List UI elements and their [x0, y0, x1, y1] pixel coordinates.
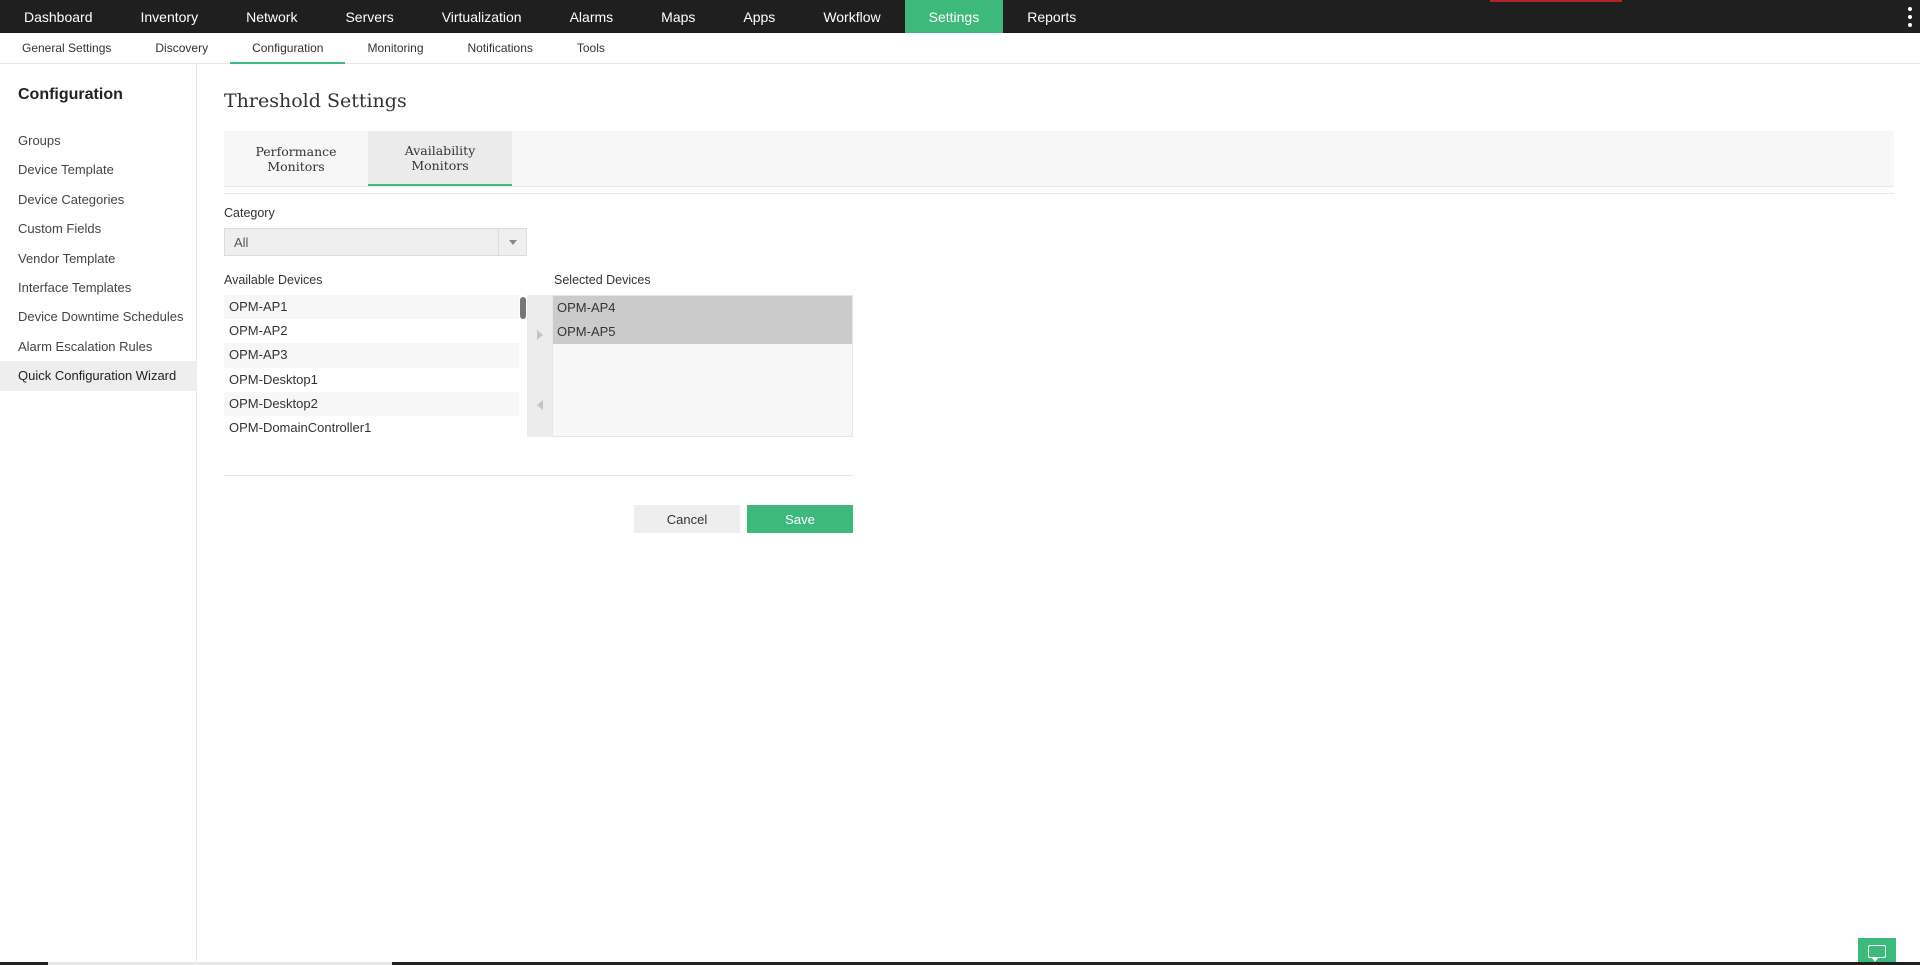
- available-device-item[interactable]: OPM-Desktop2: [224, 391, 525, 416]
- subnav-discovery[interactable]: Discovery: [133, 33, 230, 63]
- available-device-item[interactable]: OPM-Desktop1: [224, 367, 525, 392]
- subnav-general-settings[interactable]: General Settings: [0, 33, 133, 63]
- arrow-right-icon[interactable]: [527, 321, 552, 349]
- available-device-item[interactable]: OPM-AP3: [224, 343, 525, 368]
- sidebar-item-quick-configuration-wizard[interactable]: Quick Configuration Wizard: [0, 361, 197, 391]
- nav-workflow[interactable]: Workflow: [799, 0, 904, 33]
- selected-device-item[interactable]: OPM-AP4: [553, 296, 852, 321]
- sidebar-title: Configuration: [18, 86, 123, 103]
- alert-indicator-bar: [1490, 0, 1622, 2]
- category-select[interactable]: All: [224, 228, 527, 256]
- nav-virtualization[interactable]: Virtualization: [418, 0, 546, 33]
- selected-devices-label: Selected Devices: [554, 273, 651, 287]
- form-divider: [224, 475, 853, 476]
- sub-nav: General Settings Discovery Configuration…: [0, 33, 1920, 64]
- nav-maps[interactable]: Maps: [637, 0, 719, 33]
- subnav-notifications[interactable]: Notifications: [446, 33, 555, 63]
- tab-performance-monitors[interactable]: Performance Monitors: [224, 131, 368, 186]
- monitor-tabs: Performance Monitors Availability Monito…: [224, 131, 1894, 187]
- nav-servers[interactable]: Servers: [321, 0, 417, 33]
- page-title: Threshold Settings: [224, 90, 407, 112]
- sidebar-item-device-downtime-schedules[interactable]: Device Downtime Schedules: [0, 302, 197, 331]
- sidebar-item-groups[interactable]: Groups: [0, 126, 197, 155]
- sidebar-item-alarm-escalation-rules[interactable]: Alarm Escalation Rules: [0, 332, 197, 361]
- category-label: Category: [224, 206, 275, 220]
- nav-apps[interactable]: Apps: [719, 0, 799, 33]
- tab-availability-line1: Availability: [404, 142, 476, 158]
- sidebar-menu: Groups Device Template Device Categories…: [0, 126, 197, 391]
- scrollbar-thumb[interactable]: [520, 297, 526, 319]
- subnav-configuration[interactable]: Configuration: [230, 33, 346, 64]
- main-content: Threshold Settings Performance Monitors …: [198, 64, 1920, 965]
- nav-reports[interactable]: Reports: [1003, 0, 1100, 33]
- sidebar-item-device-template[interactable]: Device Template: [0, 155, 197, 184]
- tab-availability-monitors[interactable]: Availability Monitors: [368, 131, 512, 186]
- vertical-dots-icon[interactable]: [1906, 7, 1914, 27]
- nav-dashboard[interactable]: Dashboard: [0, 0, 117, 33]
- sidebar-item-vendor-template[interactable]: Vendor Template: [0, 244, 197, 273]
- save-button[interactable]: Save: [747, 505, 853, 533]
- nav-network[interactable]: Network: [222, 0, 321, 33]
- move-buttons: [527, 295, 552, 437]
- available-devices-list[interactable]: OPM-AP1 OPM-AP2 OPM-AP3 OPM-Desktop1 OPM…: [224, 295, 525, 437]
- sidebar-item-custom-fields[interactable]: Custom Fields: [0, 214, 197, 243]
- top-nav: Dashboard Inventory Network Servers Virt…: [0, 0, 1920, 33]
- chat-bubble-icon: [1868, 944, 1886, 962]
- cancel-button[interactable]: Cancel: [634, 505, 740, 533]
- available-device-item[interactable]: OPM-AP2: [224, 319, 525, 344]
- sidebar-item-device-categories[interactable]: Device Categories: [0, 185, 197, 214]
- selected-device-item[interactable]: OPM-AP5: [553, 320, 852, 345]
- caret-down-icon[interactable]: [498, 229, 526, 255]
- category-select-value: All: [234, 235, 249, 250]
- sidebar-item-interface-templates[interactable]: Interface Templates: [0, 273, 197, 302]
- divider: [224, 193, 1894, 194]
- available-devices-scrollbar[interactable]: [519, 295, 527, 437]
- sidebar: Configuration Groups Device Template Dev…: [0, 64, 197, 965]
- available-device-item[interactable]: OPM-AP1: [224, 295, 525, 320]
- tab-availability-line2: Monitors: [411, 157, 469, 173]
- nav-settings[interactable]: Settings: [904, 0, 1004, 33]
- selected-devices-list[interactable]: OPM-AP4 OPM-AP5: [552, 295, 853, 437]
- subnav-monitoring[interactable]: Monitoring: [345, 33, 445, 63]
- available-devices-label: Available Devices: [224, 273, 323, 287]
- subnav-tools[interactable]: Tools: [555, 33, 627, 63]
- arrow-left-icon[interactable]: [527, 391, 552, 419]
- nav-inventory[interactable]: Inventory: [117, 0, 223, 33]
- nav-alarms[interactable]: Alarms: [546, 0, 638, 33]
- chat-icon[interactable]: [1858, 938, 1896, 964]
- tab-performance-line2: Monitors: [267, 158, 325, 174]
- available-device-item[interactable]: OPM-DomainController1: [224, 415, 525, 437]
- tab-performance-line1: Performance: [255, 143, 337, 159]
